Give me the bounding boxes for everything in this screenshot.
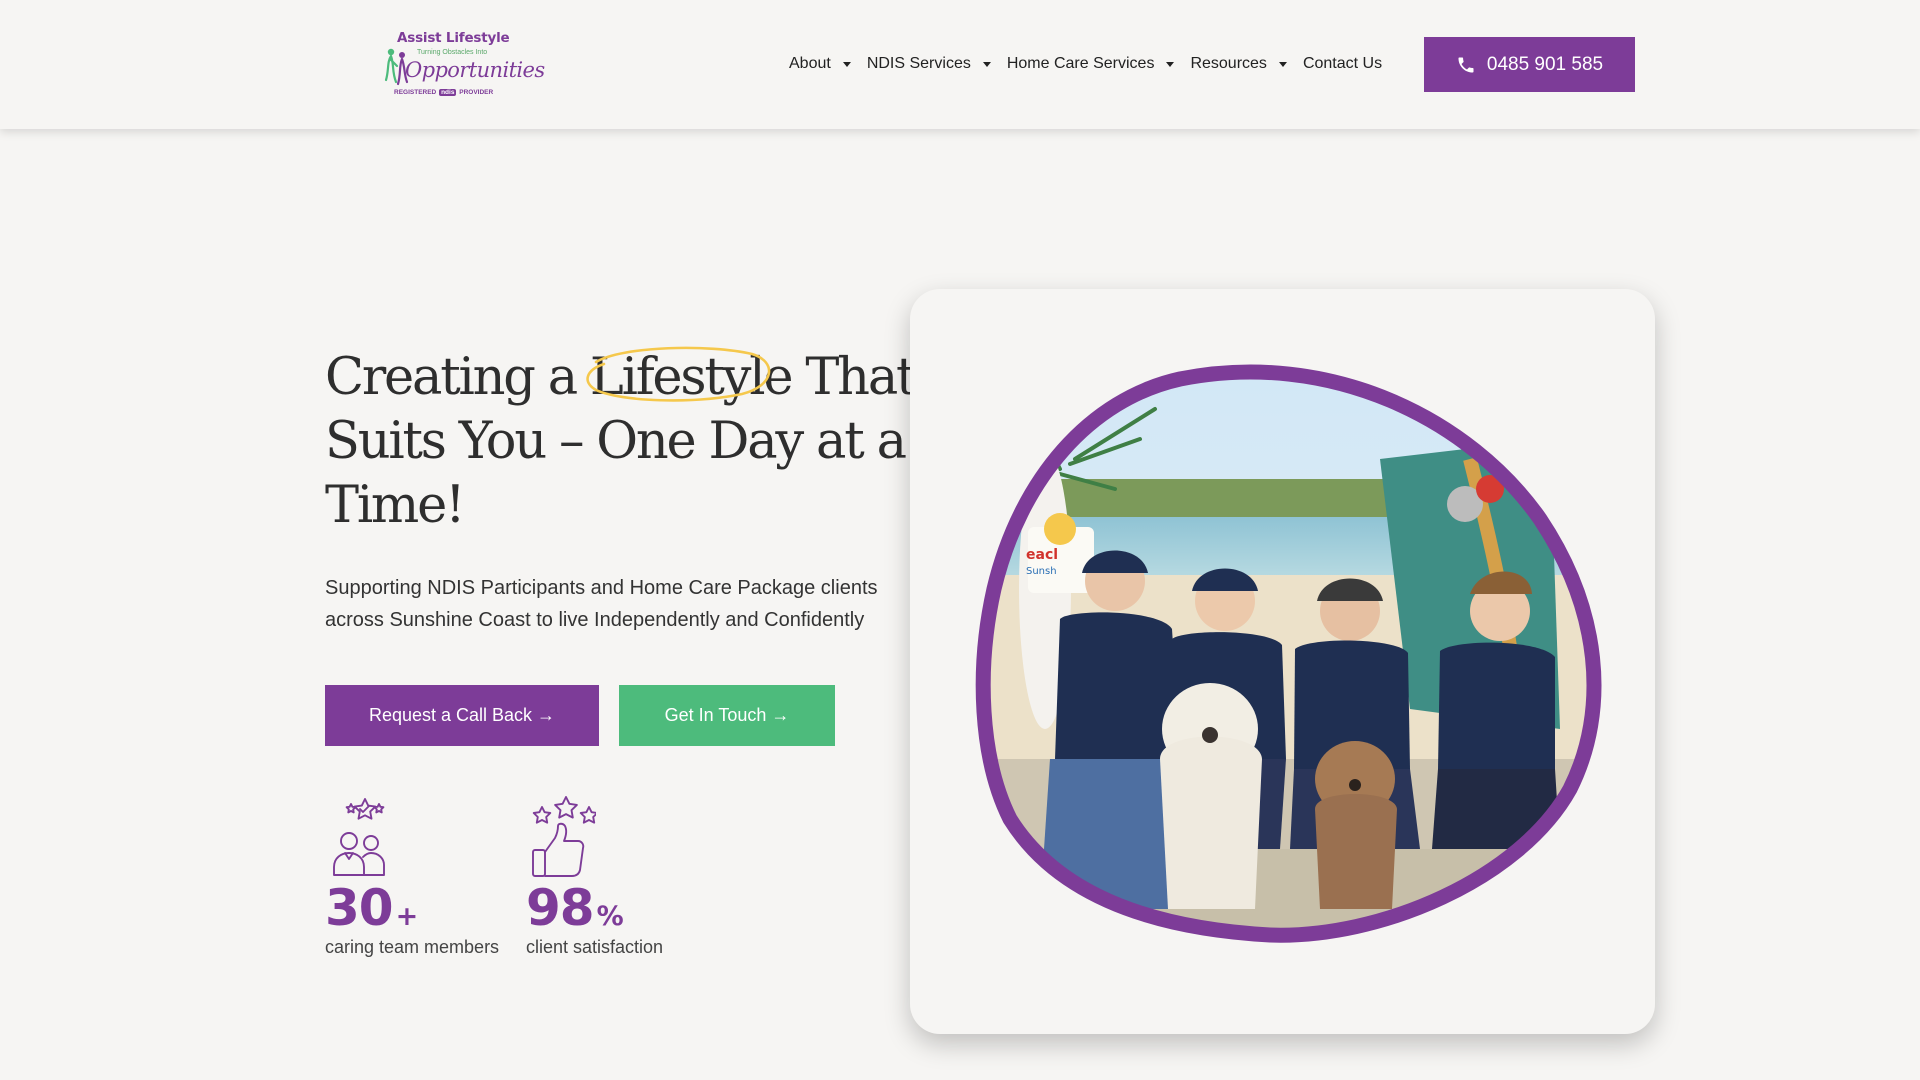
main-nav: About NDIS Services Home Care Services R…: [789, 51, 1382, 77]
nav-item-home-care-services[interactable]: Home Care Services: [1007, 55, 1175, 73]
nav-item-label: About: [789, 55, 831, 72]
stat-suffix: +: [395, 901, 419, 932]
phone-number: 0485 901 585: [1486, 53, 1604, 75]
site-header: Assist Lifestyle Turning Obstacles Into …: [0, 0, 1920, 129]
chevron-down-icon: [982, 61, 991, 67]
nav-item-label: Home Care Services: [1006, 55, 1155, 72]
chevron-down-icon: [1278, 61, 1287, 67]
logo-registered-suffix: PROVIDER: [459, 89, 494, 96]
hero-subtitle: Supporting NDIS Participants and Home Ca…: [325, 577, 878, 631]
stat-number: 98: [526, 879, 595, 937]
nav-item-ndis-services[interactable]: NDIS Services: [867, 55, 991, 73]
logo-script-word: Opportunities: [405, 58, 545, 82]
chevron-down-icon: [1166, 61, 1175, 67]
stat-suffix: %: [596, 901, 624, 932]
stat-value: 98 %: [526, 883, 663, 933]
nav-item-resources[interactable]: Resources: [1190, 55, 1287, 73]
stat-label: caring team members: [325, 937, 500, 957]
beach-sign-text: eacl: [1026, 547, 1058, 563]
call-phone-button[interactable]: 0485 901 585: [1424, 37, 1635, 92]
hero-title: Creating a Lifestyle That Suits You – On…: [325, 346, 917, 538]
nav-item-label: Contact Us: [1302, 55, 1383, 72]
team-photo: eacl Sunsh: [975, 364, 1602, 943]
hero-title-highlight: Lifestyle: [586, 346, 794, 410]
brand-logo[interactable]: Assist Lifestyle Turning Obstacles Into …: [383, 28, 545, 104]
logo-tagline: Turning Obstacles Into: [417, 49, 488, 56]
get-in-touch-button[interactable]: Get In Touch →: [619, 685, 835, 746]
stat-label: client satisfaction: [526, 937, 664, 957]
phone-icon: [1458, 57, 1474, 72]
hero-title-highlight-text: Lifestyle: [589, 348, 794, 407]
hero-photo-card: eacl Sunsh: [910, 289, 1655, 1034]
nav-item-label: Resources: [1190, 55, 1267, 72]
stat-number: 30: [325, 879, 394, 937]
nav-item-contact-us[interactable]: Contact Us: [1303, 55, 1382, 73]
logo-registered-badge: REGISTERED ndis PROVIDER: [394, 89, 493, 96]
stat-team-members: 30 + caring team members: [325, 795, 499, 958]
stat-value: 30 +: [325, 883, 499, 933]
thumbs-up-stars-icon: [532, 796, 596, 877]
hero-title-start: Creating a: [325, 348, 590, 407]
beach-sign-text-2: Sunsh: [1026, 566, 1057, 577]
chevron-down-icon: [842, 61, 851, 67]
ndis-chip: ndis: [439, 89, 457, 96]
stat-client-satisfaction: 98 % client satisfaction: [526, 795, 663, 958]
request-call-back-button[interactable]: Request a Call Back →: [325, 685, 599, 746]
nav-item-about[interactable]: About: [789, 55, 851, 73]
team-star-icon: [333, 798, 385, 876]
nav-item-label: NDIS Services: [866, 55, 971, 72]
logo-title: Assist Lifestyle: [397, 30, 510, 46]
logo-registered-prefix: REGISTERED: [394, 89, 437, 96]
